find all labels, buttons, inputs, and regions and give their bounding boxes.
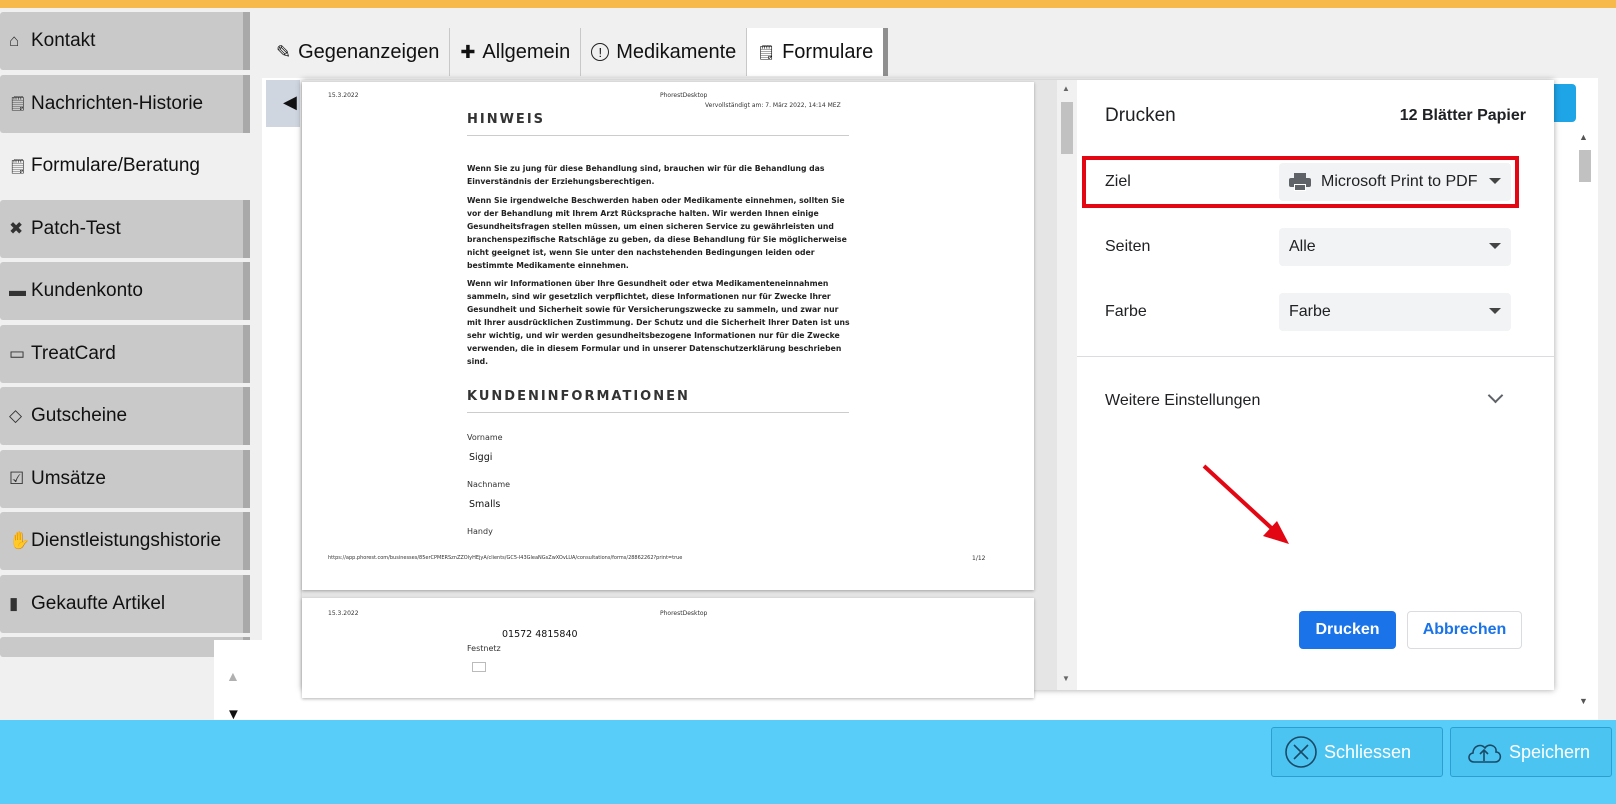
page-date: 15.3.2022 xyxy=(328,92,359,99)
sidebar-item-label: TreatCard xyxy=(31,342,116,364)
preview-scrollbar[interactable]: ▲ ▼ xyxy=(1057,80,1077,690)
bottom-bar: Schliessen Speichern xyxy=(0,720,1616,804)
lastname-label: Nachname xyxy=(467,480,511,489)
firstname-label: Vorname xyxy=(467,433,503,442)
sidebar-item-umsaetze[interactable]: ☑ Umsätze xyxy=(0,449,250,508)
sidebar: ⌂ Kontakt 🗒 Nachrichten-Historie 🗒 Formu… xyxy=(0,12,250,662)
close-label: Schliessen xyxy=(1324,741,1412,762)
sidebar-item-label: Nachrichten-Historie xyxy=(31,92,204,114)
plus-icon: ✚ xyxy=(460,41,476,62)
scroll-up-icon[interactable]: ▲ xyxy=(226,668,240,684)
tab-label: Gegenanzeigen xyxy=(298,40,440,63)
paragraph-2: Wenn Sie irgendwelche Beschwerden haben … xyxy=(467,196,847,270)
treatcard-icon: ▭ xyxy=(9,343,26,363)
sidebar-item-gutscheine[interactable]: ◇ Gutscheine xyxy=(0,387,250,445)
page-app-name: PhorestDesktop xyxy=(660,92,708,99)
page-date: 15.3.2022 xyxy=(328,610,359,617)
mobile-label: Handy xyxy=(467,527,493,536)
save-label: Speichern xyxy=(1509,741,1591,762)
sidebar-item-formulare-beratung[interactable]: 🗒 Formulare/Beratung xyxy=(0,137,250,195)
print-dialog: 15.3.2022 PhorestDesktop Vervollständigt… xyxy=(302,80,1554,698)
paragraph-1: Wenn Sie zu jung für diese Behandlung si… xyxy=(467,164,825,186)
clipboard-icon: 🗒 xyxy=(757,43,776,60)
tag-icon: ◇ xyxy=(9,406,23,425)
card-icon: ▬ xyxy=(9,281,26,300)
tab-label: Allgemein xyxy=(482,40,571,63)
print-preview: 15.3.2022 PhorestDesktop Vervollständigt… xyxy=(302,80,1057,698)
content-scrollbar[interactable]: ▲ ▼ xyxy=(1575,130,1593,710)
clipboard-icon: 🗒 xyxy=(9,157,27,174)
sidebar-item-label: Patch-Test xyxy=(31,217,121,239)
sidebar-item-patch-test[interactable]: ✖ Patch-Test xyxy=(0,199,250,258)
preview-page-2: 15.3.2022 PhorestDesktop 01572 4815840 F… xyxy=(302,598,1034,698)
bottle-icon: ▮ xyxy=(9,593,19,613)
print-button[interactable]: Drucken xyxy=(1299,611,1396,649)
top-accent-bar xyxy=(0,0,1616,8)
section-rule xyxy=(467,135,849,136)
close-circle-icon xyxy=(1285,736,1317,768)
tab-formulare[interactable]: 🗒 Formulare xyxy=(747,28,889,76)
scroll-down-icon[interactable]: ▼ xyxy=(1579,696,1588,706)
pencil-icon: ✎ xyxy=(276,41,292,62)
cancel-button[interactable]: Abbrechen xyxy=(1407,611,1522,649)
chart-icon: ☑ xyxy=(9,468,25,488)
sidebar-item-label: Gekaufte Artikel xyxy=(31,592,166,614)
page-number: 1/12 xyxy=(972,555,986,562)
tab-allgemein[interactable]: ✚ Allgemein xyxy=(450,28,582,76)
sidebar-item-kontakt[interactable]: ⌂ Kontakt xyxy=(0,12,250,70)
tab-label: Formulare xyxy=(782,40,874,63)
tab-medikamente[interactable]: ! Medikamente xyxy=(581,28,748,76)
section-title-hinweis: HINWEIS xyxy=(467,112,546,127)
phone-value: 01572 4815840 xyxy=(502,629,578,640)
home-icon: ⌂ xyxy=(9,31,20,50)
scroll-up-icon[interactable]: ▲ xyxy=(1579,132,1588,142)
sidebar-item-gekaufte-artikel[interactable]: ▮ Gekaufte Artikel xyxy=(0,574,250,633)
collapse-left-icon[interactable]: ◀ xyxy=(283,92,297,113)
close-button[interactable]: Schliessen xyxy=(1271,727,1443,777)
sidebar-item-label: Umsätze xyxy=(31,467,106,489)
landline-label: Festnetz xyxy=(467,644,501,653)
sidebar-item-more[interactable] xyxy=(0,637,250,657)
sidebar-item-label: Dienstleistungshistorie xyxy=(31,530,222,551)
page-completed: Vervollständigt am: 7. März 2022, 14:14 … xyxy=(705,102,841,109)
cloud-upload-icon xyxy=(1468,744,1502,763)
page-footer-url: https://app.phorest.com/businesses/85erC… xyxy=(328,555,683,561)
sidebar-item-kundenkonto[interactable]: ▬ Kundenkonto xyxy=(0,262,250,320)
scrollbar-thumb[interactable] xyxy=(1579,150,1591,182)
tab-bar: ✎ Gegenanzeigen ✚ Allgemein ! Medikament… xyxy=(266,28,889,76)
sidebar-item-label: Kontakt xyxy=(31,30,96,51)
lastname-value: Smalls xyxy=(469,499,501,510)
preview-page-1: 15.3.2022 PhorestDesktop Vervollständigt… xyxy=(302,82,1034,590)
print-settings: Drucken 12 Blätter Papier Ziel Microsoft… xyxy=(1077,80,1554,690)
handshake-icon: ✋ xyxy=(9,531,31,550)
red-arrow-icon xyxy=(1202,464,1289,544)
scrollbar-thumb[interactable] xyxy=(1061,102,1073,154)
page-app-name: PhorestDesktop xyxy=(660,610,708,617)
scroll-up-icon[interactable]: ▲ xyxy=(1062,84,1070,93)
tab-gegenanzeigen[interactable]: ✎ Gegenanzeigen xyxy=(266,28,451,76)
scroll-down-icon[interactable]: ▼ xyxy=(1062,674,1070,683)
section-rule xyxy=(467,412,849,413)
sidebar-item-label: Gutscheine xyxy=(31,405,128,426)
tab-label: Medikamente xyxy=(616,40,737,63)
checkbox-icon xyxy=(472,662,486,672)
sidebar-item-label: Formulare/Beratung xyxy=(31,155,200,176)
firstname-value: Siggi xyxy=(469,452,493,463)
sidebar-item-dienstleistungshistorie[interactable]: ✋ Dienstleistungshistorie xyxy=(0,512,250,570)
clipboard-icon: 🗒 xyxy=(9,95,27,111)
bandage-icon: ✖ xyxy=(9,218,24,238)
sidebar-item-nachrichten-historie[interactable]: 🗒 Nachrichten-Historie xyxy=(0,74,250,133)
paragraph-3: Wenn wir Informationen über Ihre Gesundh… xyxy=(467,279,850,366)
sidebar-item-label: Kundenkonto xyxy=(31,280,143,301)
section-title-kundeninformationen: KUNDENINFORMATIONEN xyxy=(467,389,690,404)
save-button[interactable]: Speichern xyxy=(1450,727,1612,777)
sidebar-item-treatcard[interactable]: ▭ TreatCard xyxy=(0,324,250,383)
alert-icon: ! xyxy=(591,43,610,61)
